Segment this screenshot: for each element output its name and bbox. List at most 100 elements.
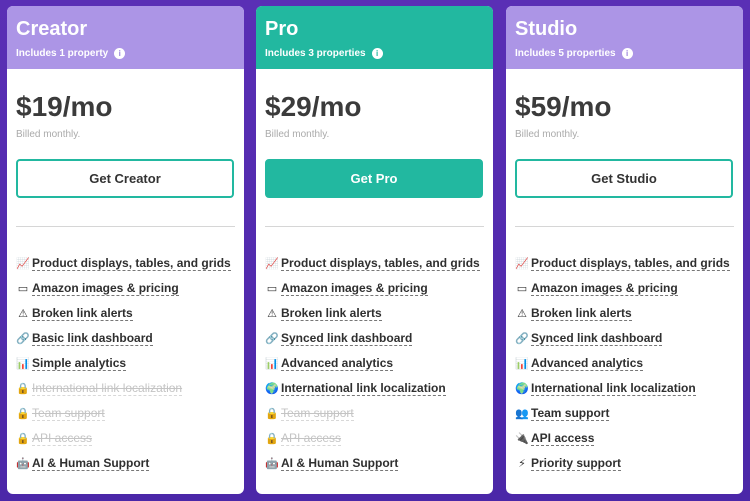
link-icon: 🔗 [265, 333, 279, 345]
chart-icon: 📈 [515, 258, 529, 270]
feature-list: 📈 Product displays, tables, and grids ▭ Am… [515, 251, 743, 476]
feature-item-locked: 🔒 Team support [16, 401, 244, 426]
analytics-icon: 📊 [515, 358, 529, 370]
feature-label: API access [281, 431, 342, 446]
feature-item[interactable]: 👥 Team support [515, 401, 743, 426]
feature-label: Synced link dashboard [281, 331, 413, 346]
feature-item[interactable]: 📈 Product displays, tables, and grids [265, 251, 493, 276]
plan-header: Creator Includes 1 property i [7, 6, 244, 69]
feature-label: Amazon images & pricing [281, 281, 428, 296]
get-creator-button[interactable]: Get Creator [16, 159, 234, 198]
plan-name: Studio [515, 18, 578, 40]
feature-item[interactable]: ⚠ Broken link alerts [265, 301, 493, 326]
bolt-icon: ⚡ [518, 458, 526, 470]
feature-label: Broken link alerts [281, 306, 382, 321]
feature-label: Team support [281, 406, 354, 421]
plan-price: $19/mo [16, 91, 113, 122]
plan-card-pro: Pro Includes 3 properties i $29/mo Bille… [256, 6, 493, 494]
feature-item[interactable]: ▭ Amazon images & pricing [515, 276, 743, 301]
feature-label: Synced link dashboard [531, 331, 663, 346]
feature-label: International link localization [32, 381, 183, 396]
plan-subtitle-text: Includes 3 properties [265, 48, 366, 59]
feature-item[interactable]: 🔌 API access [515, 426, 743, 451]
plan-card-creator: Creator Includes 1 property i $19/mo Bil… [7, 6, 244, 494]
feature-item[interactable]: 📊 Advanced analytics [515, 351, 743, 376]
plan-subtitle: Includes 3 properties i [265, 48, 493, 59]
feature-item-locked: 🔒 API access [265, 426, 493, 451]
feature-label: Product displays, tables, and grids [32, 256, 231, 271]
feature-label: Priority support [531, 456, 622, 471]
feature-item[interactable]: 📈 Product displays, tables, and grids [16, 251, 244, 276]
chart-icon: 📈 [265, 258, 279, 270]
feature-label: Team support [531, 406, 610, 421]
plan-subtitle: Includes 5 properties i [515, 48, 743, 59]
feature-list: 📈 Product displays, tables, and grids ▭ Am… [16, 251, 244, 476]
lock-icon: 🔒 [16, 383, 30, 395]
amazon-icon: ▭ [17, 283, 29, 295]
team-icon: 👥 [515, 408, 529, 420]
warning-icon: ⚠ [267, 308, 277, 320]
feature-label: Advanced analytics [281, 356, 394, 371]
plan-subtitle-text: Includes 1 property [16, 48, 109, 59]
get-studio-button[interactable]: Get Studio [515, 159, 733, 198]
lock-icon: 🔒 [265, 408, 279, 420]
globe-icon: 🌍 [265, 383, 279, 395]
feature-item[interactable]: 🔗 Basic link dashboard [16, 326, 244, 351]
analytics-icon: 📊 [265, 358, 279, 370]
feature-item[interactable]: ▭ Amazon images & pricing [265, 276, 493, 301]
feature-label: AI & Human Support [32, 456, 150, 471]
warning-icon: ⚠ [18, 308, 28, 320]
feature-item[interactable]: 📈 Product displays, tables, and grids [515, 251, 743, 276]
feature-label: Amazon images & pricing [531, 281, 678, 296]
plan-subtitle: Includes 1 property i [16, 48, 244, 59]
pricing-cards: Creator Includes 1 property i $19/mo Bil… [0, 0, 750, 501]
lock-icon: 🔒 [16, 433, 30, 445]
feature-label: Basic link dashboard [32, 331, 153, 346]
feature-label: International link localization [531, 381, 696, 396]
feature-item[interactable]: 🤖 AI & Human Support [16, 451, 244, 476]
feature-item-locked: 🔒 Team support [265, 401, 493, 426]
info-icon[interactable]: i [621, 48, 633, 59]
feature-item[interactable]: 🔗 Synced link dashboard [265, 326, 493, 351]
billing-note: Billed monthly. [16, 129, 81, 140]
feature-item[interactable]: 🔗 Synced link dashboard [515, 326, 743, 351]
divider [515, 226, 734, 227]
link-icon: 🔗 [16, 333, 30, 345]
plan-card-studio: Studio Includes 5 properties i $59/mo Bi… [506, 6, 743, 494]
chart-icon: 📈 [16, 258, 30, 270]
feature-label: International link localization [281, 381, 446, 396]
feature-item[interactable]: ▭ Amazon images & pricing [16, 276, 244, 301]
lock-icon: 🔒 [265, 433, 279, 445]
info-icon[interactable]: i [114, 48, 126, 59]
amazon-icon: ▭ [516, 283, 528, 295]
feature-label: Product displays, tables, and grids [281, 256, 480, 271]
feature-item[interactable]: 📊 Advanced analytics [265, 351, 493, 376]
feature-label: AI & Human Support [281, 456, 399, 471]
feature-item[interactable]: ⚠ Broken link alerts [515, 301, 743, 326]
plan-subtitle-text: Includes 5 properties [515, 48, 616, 59]
feature-item[interactable]: 🤖 AI & Human Support [265, 451, 493, 476]
feature-item[interactable]: 📊 Simple analytics [16, 351, 244, 376]
feature-item-locked: 🔒 International link localization [16, 376, 244, 401]
feature-item[interactable]: 🌍 International link localization [515, 376, 743, 401]
plug-icon: 🔌 [515, 433, 529, 445]
feature-item[interactable]: 🌍 International link localization [265, 376, 493, 401]
feature-item-locked: 🔒 API access [16, 426, 244, 451]
get-pro-button[interactable]: Get Pro [265, 159, 483, 198]
support-icon: 🤖 [16, 458, 30, 470]
feature-label: Simple analytics [32, 356, 127, 371]
billing-note: Billed monthly. [515, 129, 580, 140]
support-icon: 🤖 [265, 458, 279, 470]
feature-label: Amazon images & pricing [32, 281, 179, 296]
feature-label: Product displays, tables, and grids [531, 256, 730, 271]
plan-header: Studio Includes 5 properties i [506, 6, 743, 69]
lock-icon: 🔒 [16, 408, 30, 420]
feature-label: Broken link alerts [32, 306, 133, 321]
info-icon[interactable]: i [371, 48, 383, 59]
feature-label: API access [531, 431, 595, 446]
plan-price: $29/mo [265, 91, 362, 122]
feature-list: 📈 Product displays, tables, and grids ▭ Am… [265, 251, 493, 476]
feature-item[interactable]: ⚠ Broken link alerts [16, 301, 244, 326]
feature-item[interactable]: ⚡ Priority support [515, 451, 743, 476]
feature-label: Team support [32, 406, 105, 421]
